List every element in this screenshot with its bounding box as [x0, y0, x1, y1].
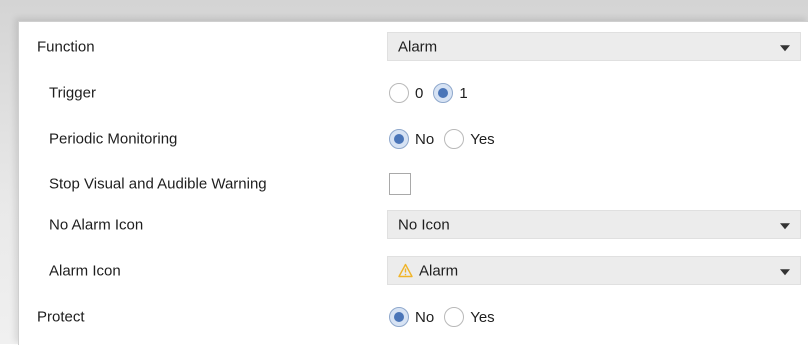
periodic-monitoring-option-no-label: No [415, 130, 435, 148]
trigger-option-1-label: 1 [459, 84, 468, 102]
periodic-monitoring-radio-no[interactable] [389, 129, 409, 149]
window-frame: Function Alarm Trigger 0 1 Periodic Moni… [0, 0, 808, 345]
periodic-monitoring-label: Periodic Monitoring [49, 130, 178, 148]
function-select-value: Alarm [398, 38, 438, 55]
periodic-monitoring-radio-yes[interactable] [444, 129, 465, 149]
chevron-down-icon [780, 222, 790, 229]
trigger-radio-1[interactable] [433, 83, 454, 103]
protect-label: Protect [37, 308, 85, 326]
alarm-icon-select-text: Alarm [419, 262, 459, 279]
stop-warning-label: Stop Visual and Audible Warning [49, 175, 267, 193]
protect-option-no-label: No [415, 308, 435, 326]
periodic-monitoring-option-yes-label: Yes [470, 130, 495, 148]
protect-radio-yes[interactable] [444, 307, 465, 327]
protect-radio-group: No Yes [389, 307, 505, 327]
function-row: Function Alarm [19, 30, 808, 64]
trigger-label: Trigger [49, 84, 96, 102]
trigger-option-0[interactable]: 0 [389, 83, 423, 103]
trigger-option-0-label: 0 [415, 84, 424, 102]
no-alarm-icon-label: No Alarm Icon [49, 216, 144, 234]
trigger-radio-group: 0 1 [389, 83, 478, 103]
periodic-monitoring-radio-group: No Yes [389, 129, 505, 149]
trigger-radio-0[interactable] [389, 83, 409, 103]
alarm-icon-select-value: Alarm [398, 262, 458, 279]
function-select[interactable]: Alarm [387, 32, 801, 61]
trigger-option-1[interactable]: 1 [433, 83, 468, 103]
no-alarm-icon-select-value: No Icon [398, 216, 450, 233]
protect-row: Protect No Yes [19, 300, 808, 334]
no-alarm-icon-row: No Alarm Icon No Icon [19, 208, 808, 242]
no-alarm-icon-select[interactable]: No Icon [387, 210, 801, 239]
chevron-down-icon [780, 268, 790, 275]
periodic-monitoring-option-yes[interactable]: Yes [444, 129, 495, 149]
periodic-monitoring-option-no[interactable]: No [389, 129, 434, 149]
stop-warning-row: Stop Visual and Audible Warning [19, 167, 808, 201]
protect-radio-no[interactable] [389, 307, 409, 327]
alarm-icon-select[interactable]: Alarm [387, 256, 801, 285]
periodic-monitoring-row: Periodic Monitoring No Yes [19, 122, 808, 156]
stop-warning-checkbox[interactable] [389, 173, 411, 195]
alarm-icon-row: Alarm Icon Alarm [19, 254, 808, 288]
warning-icon [398, 263, 413, 278]
protect-option-yes[interactable]: Yes [444, 307, 495, 327]
protect-option-yes-label: Yes [470, 308, 495, 326]
chevron-down-icon [780, 44, 790, 51]
trigger-row: Trigger 0 1 [19, 76, 808, 110]
function-label: Function [37, 38, 95, 56]
parameters-panel: Function Alarm Trigger 0 1 Periodic Moni… [18, 21, 808, 345]
alarm-icon-label: Alarm Icon [49, 262, 121, 280]
protect-option-no[interactable]: No [389, 307, 434, 327]
